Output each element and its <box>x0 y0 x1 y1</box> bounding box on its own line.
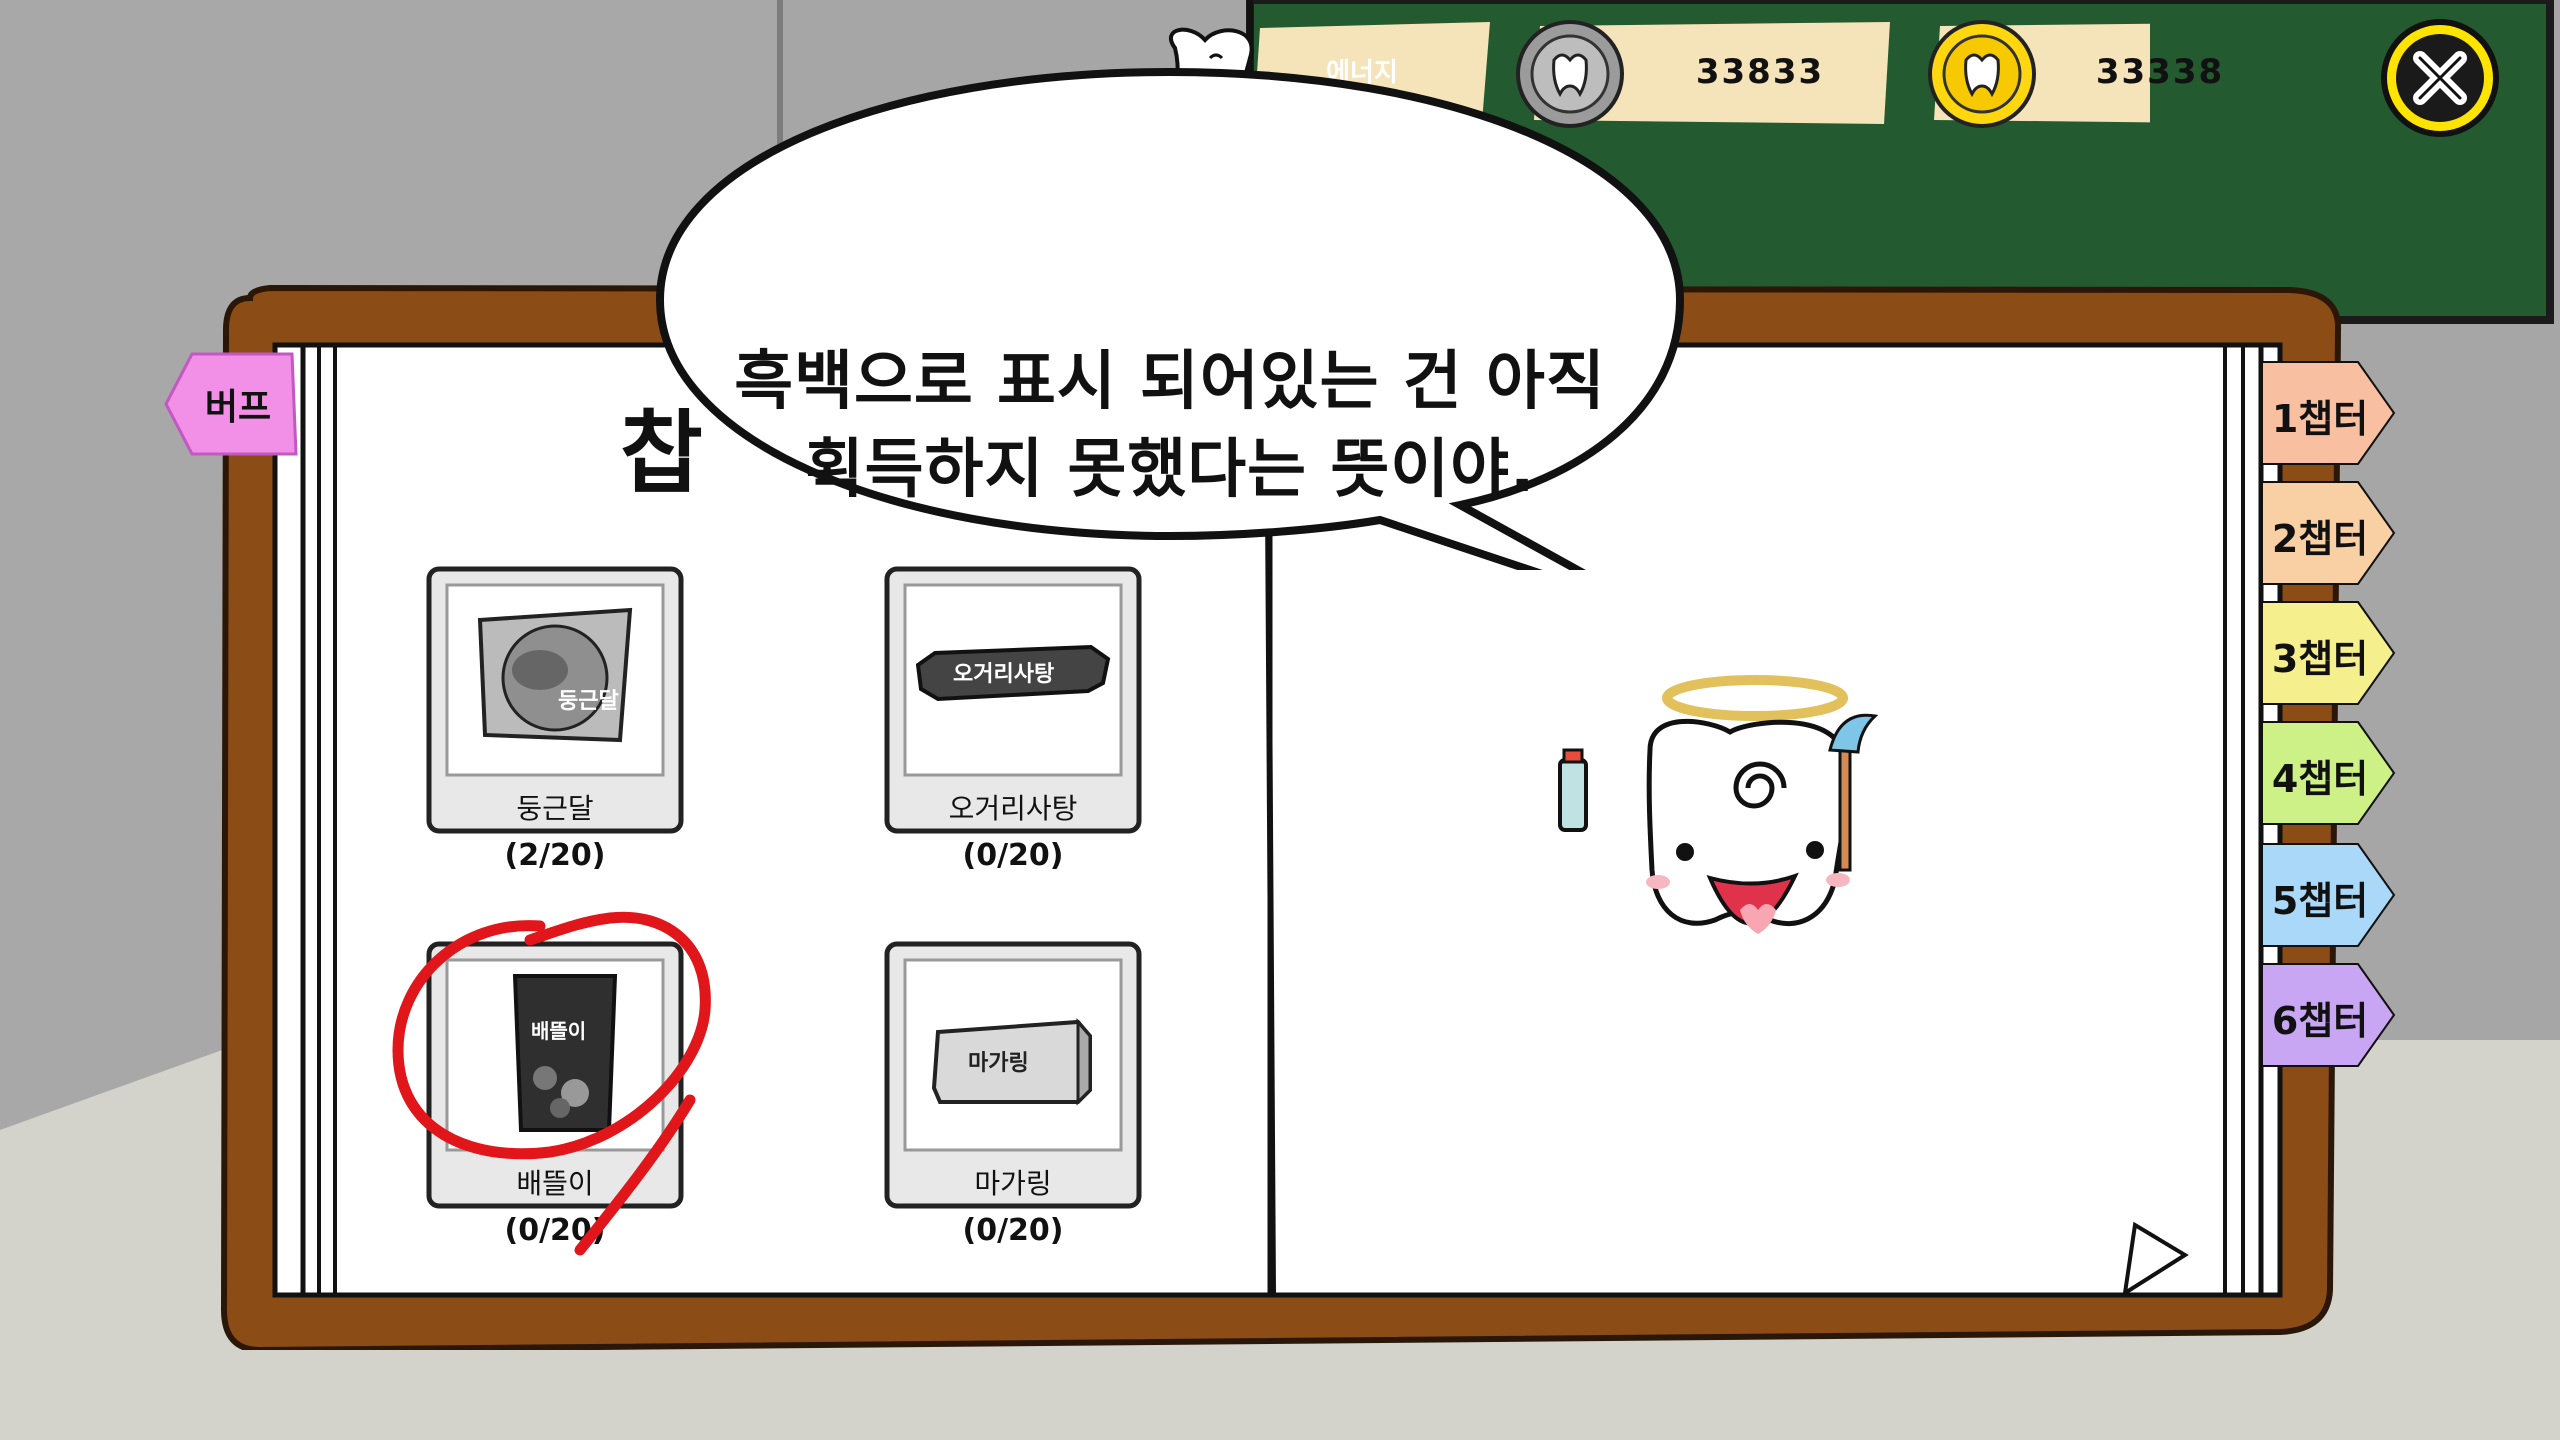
pack-label: 오거리사탕 <box>953 662 1054 687</box>
item-card-2[interactable]: 오거리사탕 오거리사탕 <box>883 565 1143 835</box>
chapter-tab-label: 2챕터 <box>2271 517 2369 561</box>
chapter-tab-label: 3챕터 <box>2271 637 2369 681</box>
chapter-tab-6[interactable]: 6챕터 <box>2258 960 2398 1070</box>
item-name: 마가링 <box>974 1167 1052 1200</box>
chapter-tab-3[interactable]: 3챕터 <box>2258 598 2398 708</box>
item-progress-2: (0/20) <box>962 838 1064 873</box>
chapter-tab-label: 5챕터 <box>2271 879 2369 923</box>
speech-line-2: 획득하지 못했다는 뜻이야. <box>804 433 1536 507</box>
item-card-4[interactable]: 마가링 마가링 <box>883 940 1143 1210</box>
chapter-tab-label: 4챕터 <box>2271 757 2369 801</box>
pack-label: 둥근달 <box>558 689 619 714</box>
item-card-1[interactable]: 둥근달 둥근달 <box>425 565 685 835</box>
gold-tooth-coin-icon <box>1928 20 2036 128</box>
chapter-tab-5[interactable]: 5챕터 <box>2258 840 2398 950</box>
red-circle-annotation <box>392 911 711 1256</box>
item-name: 오거리사탕 <box>948 792 1078 825</box>
chapter-tab-label: 1챕터 <box>2271 397 2369 441</box>
buff-tab-label: 버프 <box>204 387 272 428</box>
tooth-angel-mascot <box>1558 675 1879 934</box>
chapter-tab-label: 6챕터 <box>2271 999 2369 1043</box>
item-progress-4: (0/20) <box>962 1213 1064 1248</box>
game-scene: 에너지 33833 33338 버프 1챕터 2챕터 3챕터 4챕터 5챕터 6… <box>0 0 2560 1440</box>
chapter-tab-4[interactable]: 4챕터 <box>2258 718 2398 828</box>
pack-label: 마가링 <box>968 1051 1029 1076</box>
close-button[interactable] <box>2370 14 2510 154</box>
item-name: 둥근달 <box>516 792 594 825</box>
speech-line-1: 흑백으로 표시 되어있는 건 아직 <box>734 345 1606 419</box>
crossroad-candy-image: 오거리사탕 <box>915 644 1111 702</box>
round-moon-snack-image: 둥근달 <box>477 607 633 743</box>
chapter-tab-2[interactable]: 2챕터 <box>2258 478 2398 588</box>
chapter-tab-1[interactable]: 1챕터 <box>2258 358 2398 468</box>
item-progress-1: (2/20) <box>504 838 606 873</box>
margarine-snack-image: 마가링 <box>931 1017 1092 1106</box>
gold-coin-count: 33338 <box>2095 52 2225 92</box>
